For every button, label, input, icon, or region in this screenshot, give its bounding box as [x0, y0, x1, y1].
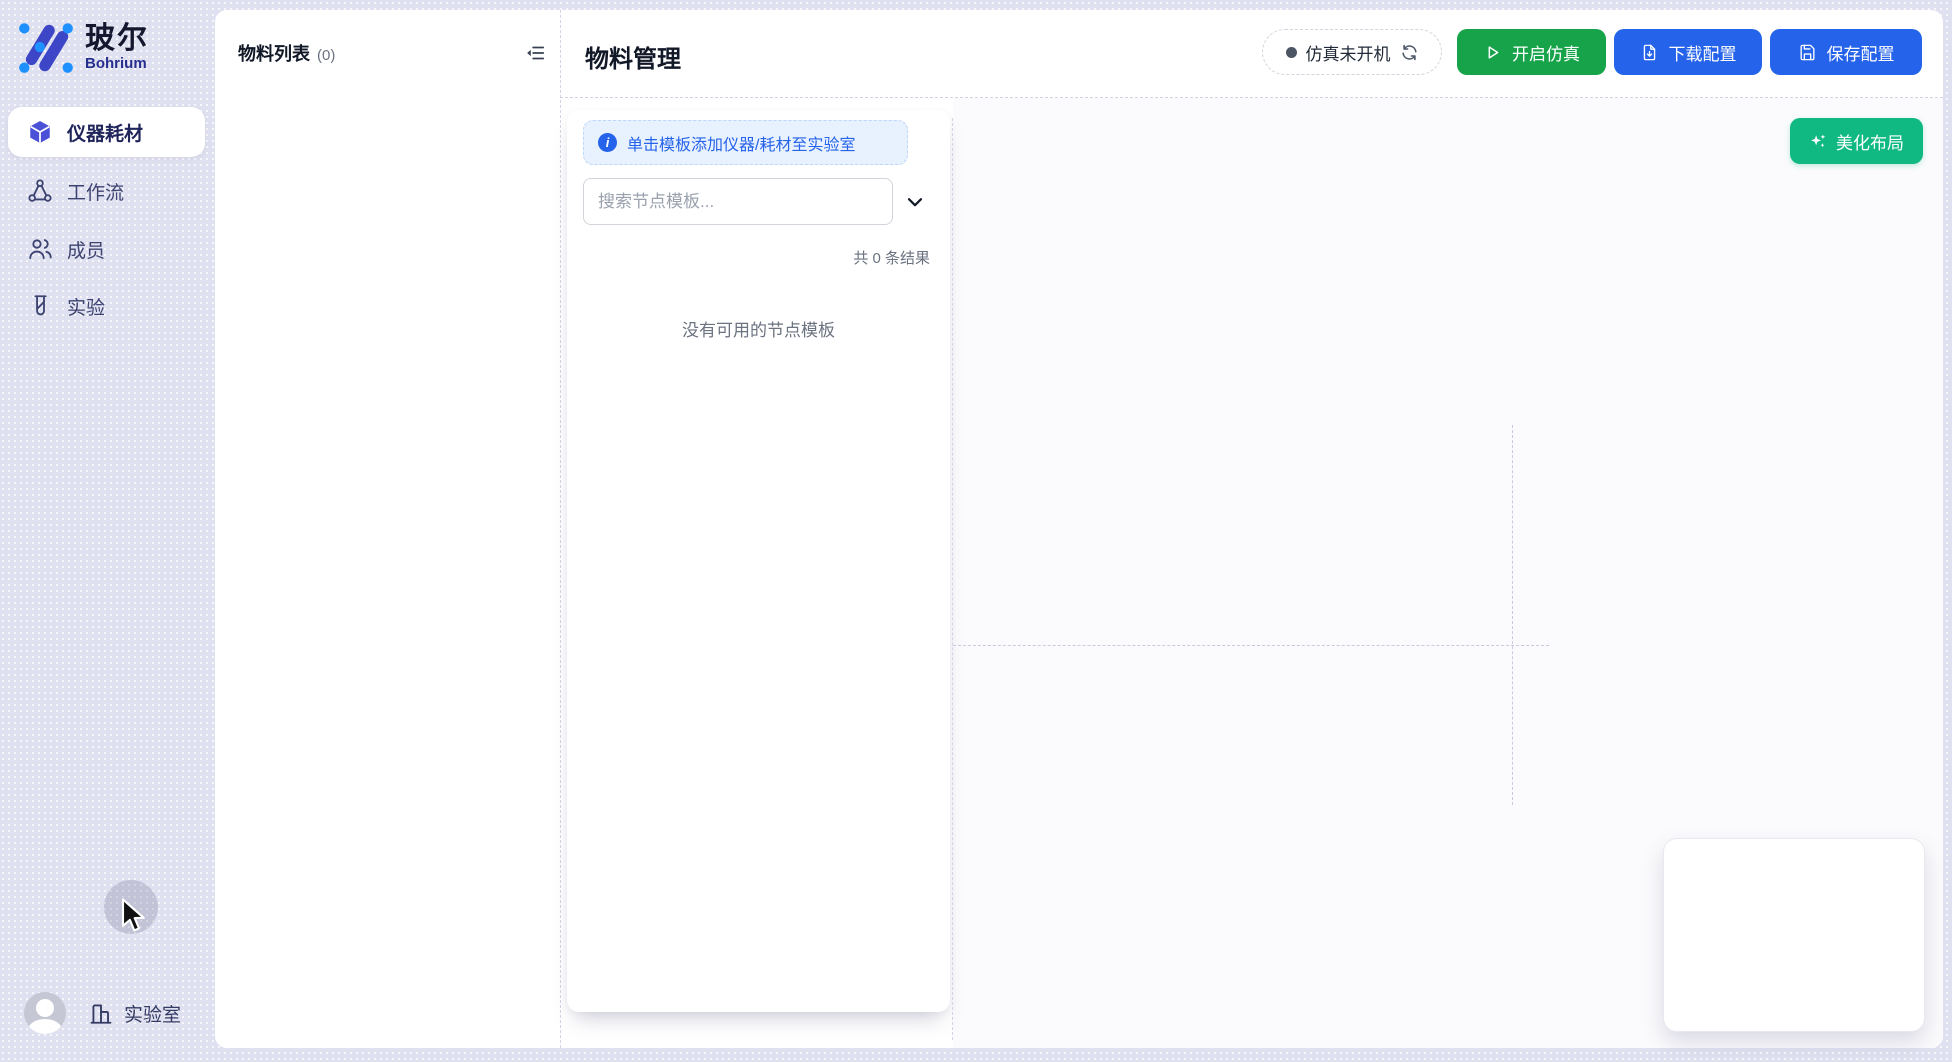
result-count: 共 0 条结果 [853, 247, 930, 268]
download-config-button[interactable]: 下载配置 [1614, 29, 1762, 75]
start-simulation-button[interactable]: 开启仿真 [1457, 29, 1606, 75]
empty-state-text: 没有可用的节点模板 [567, 316, 950, 341]
workflow-icon [27, 178, 53, 204]
beautify-layout-label: 美化布局 [1836, 129, 1904, 154]
canvas-guide-vertical [1512, 425, 1513, 805]
download-file-icon [1640, 43, 1659, 62]
sparkles-icon [1809, 132, 1828, 151]
members-icon [27, 236, 53, 262]
download-config-label: 下载配置 [1669, 40, 1737, 65]
save-config-label: 保存配置 [1827, 40, 1895, 65]
lab-label: 实验室 [124, 1000, 181, 1027]
canvas-divider [952, 118, 953, 1040]
refresh-icon[interactable] [1400, 43, 1419, 62]
sidebar-item-workflow[interactable]: 工作流 [8, 168, 205, 214]
chevron-down-icon [904, 191, 926, 213]
page-title: 物料管理 [585, 39, 681, 74]
sidebar-item-label: 实验 [67, 293, 105, 320]
beautify-layout-button[interactable]: 美化布局 [1790, 118, 1923, 164]
panel-divider [560, 10, 561, 1048]
test-tube-icon [27, 293, 53, 319]
brand-logo: 玻尔 Bohrium [15, 16, 149, 78]
info-icon: i [598, 133, 617, 152]
brand-name-zh: 玻尔 [85, 22, 149, 55]
collapse-list-button[interactable] [897, 187, 933, 217]
simulation-status-pill[interactable]: 仿真未开机 [1262, 29, 1442, 75]
save-icon [1798, 43, 1817, 62]
sidebar-item-label: 工作流 [67, 178, 124, 205]
template-search-row [583, 178, 934, 225]
app-root: 玻尔 Bohrium 仪器耗材 工作流 [0, 0, 1952, 1062]
sidebar-item-members[interactable]: 成员 [8, 226, 205, 272]
status-dot [1286, 47, 1297, 58]
sidebar-hover-indicator [104, 880, 158, 934]
sidebar-item-label: 仪器耗材 [67, 119, 143, 146]
brand-name-en: Bohrium [85, 55, 149, 73]
materials-panel-title: 物料列表 (0) [238, 40, 335, 66]
template-panel: i 单击模板添加仪器/耗材至实验室 共 0 条结果 没有可用的节点模板 [567, 110, 950, 1012]
sidebar-footer: 实验室 [24, 992, 181, 1034]
simulation-status-label: 仿真未开机 [1306, 40, 1391, 65]
header-divider [560, 97, 1943, 98]
play-icon [1483, 43, 1502, 62]
template-hint-banner: i 单击模板添加仪器/耗材至实验室 [583, 120, 908, 165]
start-simulation-label: 开启仿真 [1512, 40, 1580, 65]
bohrium-logo-icon [15, 16, 77, 78]
search-input[interactable] [583, 178, 893, 225]
lab-switcher[interactable]: 实验室 [88, 1000, 181, 1027]
content-surface: 物料列表 (0) 物料管理 仿真未开机 [215, 10, 1943, 1048]
avatar[interactable] [24, 992, 66, 1034]
save-config-button[interactable]: 保存配置 [1770, 29, 1922, 75]
sidebar-item-instruments[interactable]: 仪器耗材 [8, 107, 205, 157]
sidebar-item-experiments[interactable]: 实验 [8, 283, 205, 329]
materials-title-text: 物料列表 [238, 44, 310, 64]
sidebar: 玻尔 Bohrium 仪器耗材 工作流 [0, 0, 215, 1062]
minimap[interactable] [1663, 838, 1925, 1032]
materials-count: (0) [317, 47, 335, 64]
canvas-guide-horizontal [953, 645, 1549, 646]
building-icon [88, 1000, 114, 1026]
cube-icon [27, 119, 53, 145]
collapse-panel-button[interactable] [520, 38, 550, 68]
collapse-panel-icon [524, 42, 546, 64]
template-hint-text: 单击模板添加仪器/耗材至实验室 [627, 131, 855, 155]
sidebar-item-label: 成员 [67, 236, 105, 263]
